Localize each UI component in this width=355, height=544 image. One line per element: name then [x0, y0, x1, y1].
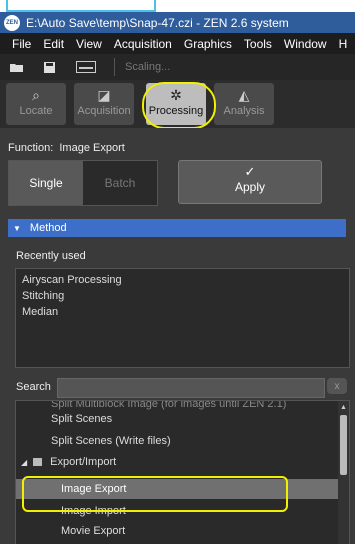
menu-tools[interactable]: Tools [244, 37, 272, 51]
chevron-down-icon: ▼ [13, 223, 21, 233]
mode-toggle: Single Batch [8, 160, 158, 206]
search-label: Search [16, 381, 51, 393]
menu-file[interactable]: File [12, 37, 31, 51]
batch-mode-button[interactable]: Batch [83, 161, 157, 205]
acquisition-icon: ◪ [97, 87, 111, 103]
single-mode-button[interactable]: Single [9, 161, 83, 205]
method-section-header[interactable]: ▼ Method [8, 219, 346, 237]
checkmark-icon: ✓ [244, 164, 256, 179]
open-folder-icon[interactable] [10, 61, 24, 73]
analysis-icon: ◭ [238, 87, 250, 103]
menu-window[interactable]: Window [284, 37, 327, 51]
tree-item[interactable]: Split Scenes (Write files) [16, 431, 349, 451]
menu-edit[interactable]: Edit [43, 37, 64, 51]
tab-label: Acquisition [77, 105, 131, 117]
list-item[interactable]: Median [16, 304, 349, 320]
tab-analysis[interactable]: ◭ Analysis [214, 83, 274, 125]
tree-group-export-import[interactable]: ◢ Export/Import [16, 452, 343, 472]
app-window: ZEN E:\Auto Save\temp\Snap-47.czi - ZEN … [0, 0, 355, 544]
tab-label: Locate [19, 105, 53, 117]
keyboard-icon[interactable] [76, 61, 96, 73]
highlight-ellipse [142, 82, 216, 129]
apply-button[interactable]: ✓ Apply [178, 160, 322, 204]
method-tree: Split Multiblock Image (for images until… [15, 400, 350, 544]
clear-search-button[interactable]: x [327, 378, 347, 394]
apply-label: Apply [234, 180, 266, 194]
recently-used-label: Recently used [16, 250, 86, 262]
list-item[interactable]: Airyscan Processing [16, 272, 349, 288]
scroll-up-icon[interactable]: ▲ [340, 404, 347, 412]
highlight-frame [6, 0, 156, 12]
save-icon[interactable] [42, 61, 56, 73]
function-row: Function: Image Export [0, 128, 355, 158]
highlight-box [22, 476, 288, 512]
toolbar-separator [114, 58, 115, 76]
function-label: Function: Image Export [8, 142, 125, 154]
menu-graphics[interactable]: Graphics [184, 37, 232, 51]
group-label: Export/Import [50, 456, 117, 468]
tab-label: Analysis [223, 105, 265, 117]
tab-locate[interactable]: ⌕ Locate [6, 83, 66, 125]
expand-arrow-icon[interactable]: ◢ [21, 458, 27, 467]
locate-icon: ⌕ [32, 87, 40, 103]
window-title: E:\Auto Save\temp\Snap-47.czi - ZEN 2.6 … [26, 15, 289, 30]
menu-acquisition[interactable]: Acquisition [114, 37, 172, 51]
scroll-thumb[interactable] [340, 415, 347, 475]
folder-icon [33, 458, 43, 467]
list-item[interactable]: Stitching [16, 288, 349, 304]
scaling-label[interactable]: Scaling... [125, 61, 170, 73]
tree-item[interactable]: Movie Export [16, 521, 349, 541]
scrollbar[interactable]: ▲ [338, 401, 349, 544]
top-stripe [0, 0, 355, 12]
zen-logo-icon[interactable]: ZEN [4, 14, 20, 31]
tab-acquisition[interactable]: ◪ Acquisition [74, 83, 134, 125]
search-input[interactable] [57, 378, 325, 398]
recently-used-list: Airyscan Processing Stitching Median [15, 268, 350, 368]
menu-bar: File Edit View Acquisition Graphics Tool… [0, 33, 355, 54]
menu-view[interactable]: View [76, 37, 102, 51]
tree-item[interactable]: Split Scenes [16, 409, 349, 429]
title-bar: ZEN E:\Auto Save\temp\Snap-47.czi - ZEN … [0, 12, 355, 33]
toolbar: Scaling... [0, 54, 355, 80]
method-label: Method [29, 222, 67, 234]
menu-help[interactable]: H [339, 37, 348, 51]
